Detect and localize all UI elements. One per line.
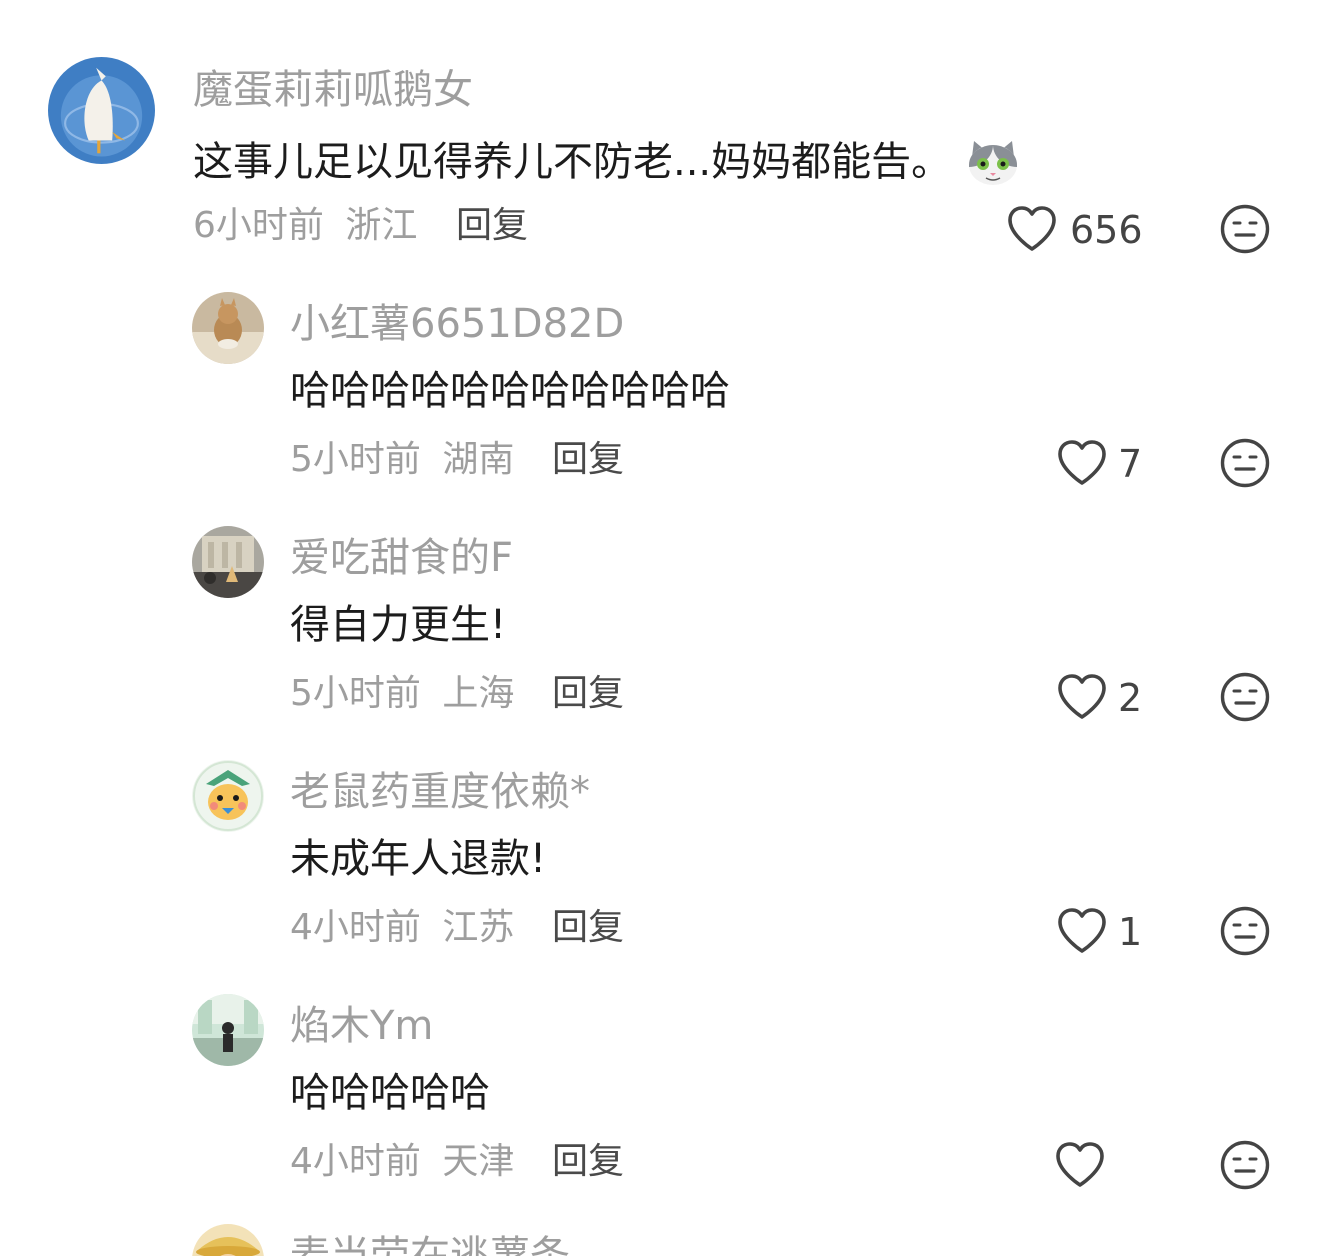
like-button[interactable]	[1056, 439, 1108, 487]
reply-button[interactable]: 回复	[552, 676, 624, 712]
dislike-button[interactable]	[1220, 204, 1270, 254]
comment-text: 哈哈哈哈哈	[290, 1070, 490, 1116]
like-count: 656	[1070, 208, 1143, 252]
reply-item: 小红薯6651D82D 哈哈哈哈哈哈哈哈哈哈哈 5小时前 湖南 回复 7	[0, 280, 1320, 514]
username[interactable]: 麦当劳在逃薯条	[290, 1236, 570, 1256]
heart-outline-icon	[1056, 907, 1108, 955]
avatar[interactable]	[192, 526, 264, 598]
comment-text-body: 这事儿足以见得养儿不防老...妈妈都能告。	[193, 139, 952, 185]
location: 湖南	[442, 439, 515, 480]
location: 江苏	[442, 907, 515, 948]
reply-item: 麦当劳在逃薯条	[0, 1216, 1320, 1256]
like-button[interactable]	[1006, 205, 1058, 253]
reply-item: 焰木Ym 哈哈哈哈哈 4小时前 天津 回复	[0, 982, 1320, 1216]
timestamp: 4小时前	[290, 907, 421, 948]
like-button[interactable]	[1056, 673, 1108, 721]
neutral-face-icon	[1220, 1140, 1270, 1190]
reply-button[interactable]: 回复	[552, 442, 624, 478]
like-count: 2	[1118, 676, 1143, 720]
comment-text: 这事儿足以见得养儿不防老...妈妈都能告。	[193, 137, 1020, 187]
like-button[interactable]	[1056, 907, 1108, 955]
avatar[interactable]	[48, 57, 155, 164]
location: 天津	[442, 1141, 515, 1182]
heart-outline-icon	[1054, 1141, 1106, 1189]
neutral-face-icon	[1220, 906, 1270, 956]
dislike-button[interactable]	[1220, 1140, 1270, 1190]
timestamp: 5小时前	[290, 439, 421, 480]
dislike-button[interactable]	[1220, 906, 1270, 956]
username[interactable]: 爱吃甜食的F	[290, 538, 513, 578]
comment-meta: 5小时前 湖南	[290, 442, 514, 478]
reply-button[interactable]: 回复	[456, 208, 528, 244]
neutral-face-icon	[1220, 672, 1270, 722]
dislike-button[interactable]	[1220, 672, 1270, 722]
comment-text: 未成年人退款!	[290, 836, 547, 882]
reply-button[interactable]: 回复	[552, 1144, 624, 1180]
heart-outline-icon	[1056, 439, 1108, 487]
comment-meta: 4小时前 江苏	[290, 910, 514, 946]
like-button[interactable]	[1054, 1141, 1106, 1189]
timestamp: 6小时前	[193, 205, 324, 246]
cat-emoji-icon	[966, 137, 1020, 187]
comment-text: 哈哈哈哈哈哈哈哈哈哈哈	[290, 368, 730, 414]
avatar[interactable]	[192, 994, 264, 1066]
avatar[interactable]	[192, 760, 264, 832]
comment-meta: 5小时前 上海	[290, 676, 514, 712]
username[interactable]: 小红薯6651D82D	[290, 304, 624, 344]
comment-text: 得自力更生!	[290, 602, 507, 648]
like-count: 1	[1118, 910, 1143, 954]
like-count: 7	[1118, 442, 1143, 486]
timestamp: 4小时前	[290, 1141, 421, 1182]
reply-item: 爱吃甜食的F 得自力更生! 5小时前 上海 回复 2	[0, 514, 1320, 748]
location: 浙江	[345, 205, 418, 246]
avatar[interactable]	[192, 292, 264, 364]
location: 上海	[442, 673, 515, 714]
reply-button[interactable]: 回复	[552, 910, 624, 946]
avatar[interactable]	[192, 1224, 264, 1256]
comment-meta: 4小时前 天津	[290, 1144, 514, 1180]
reply-item: 老鼠药重度依赖* 未成年人退款! 4小时前 江苏 回复 1	[0, 748, 1320, 982]
dislike-button[interactable]	[1220, 438, 1270, 488]
neutral-face-icon	[1220, 204, 1270, 254]
heart-outline-icon	[1006, 205, 1058, 253]
timestamp: 5小时前	[290, 673, 421, 714]
neutral-face-icon	[1220, 438, 1270, 488]
username[interactable]: 焰木Ym	[290, 1006, 433, 1046]
comment-item: 魔蛋莉莉呱鹅女 这事儿足以见得养儿不防老...妈妈都能告。 6小时前 浙江 回复	[0, 0, 1320, 280]
username[interactable]: 老鼠药重度依赖*	[290, 772, 590, 812]
heart-outline-icon	[1056, 673, 1108, 721]
username[interactable]: 魔蛋莉莉呱鹅女	[193, 70, 473, 110]
comment-meta: 6小时前 浙江	[193, 208, 417, 244]
